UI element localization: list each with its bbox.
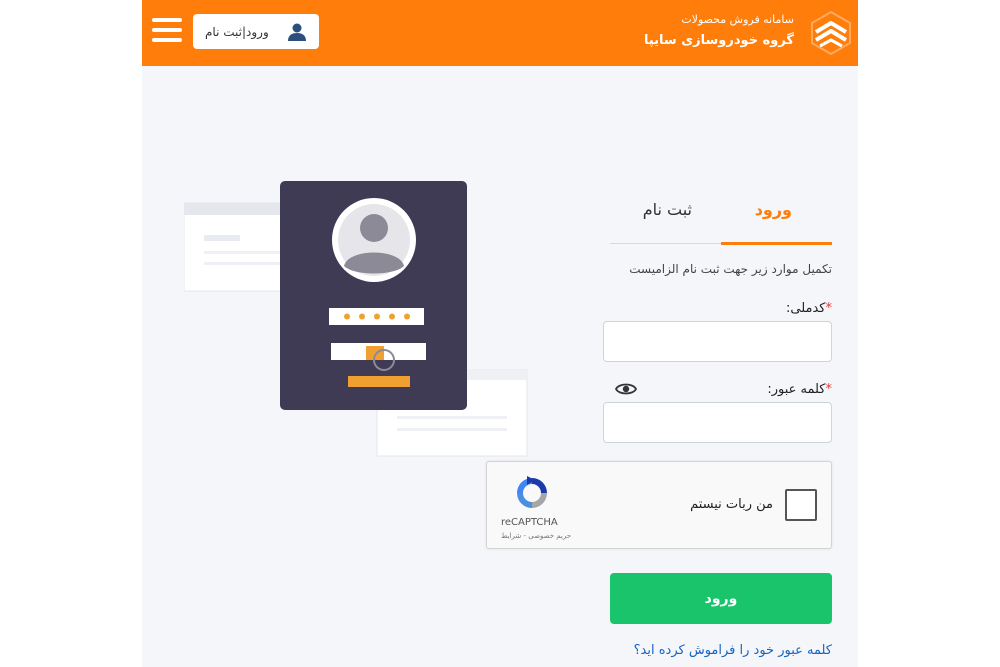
active-tab-indicator: [721, 242, 832, 245]
menu-icon[interactable]: [152, 18, 182, 46]
recaptcha-terms-link[interactable]: حریم خصوصی - شرایط: [501, 532, 571, 540]
page: سامانه فروش محصولات گروه خودروسازی سایپا…: [142, 0, 858, 667]
login-illustration: [184, 181, 528, 457]
forgot-password-link[interactable]: کلمه عبور خود را فراموش کرده اید؟: [634, 643, 832, 658]
recaptcha-label: من ربات نیستم: [690, 497, 773, 512]
eye-icon[interactable]: [615, 380, 637, 398]
recaptcha-logo-icon: [517, 476, 547, 508]
required-mark: *: [825, 301, 833, 316]
recaptcha-brand: reCAPTCHA: [501, 517, 558, 528]
password-label: *کلمه عبور:: [767, 382, 832, 397]
brand-title[interactable]: گروه خودروسازی سایپا: [644, 33, 794, 48]
auth-tabs: ورود ثبت نام: [610, 190, 832, 245]
tab-register[interactable]: ثبت نام: [643, 200, 692, 219]
site-header: سامانه فروش محصولات گروه خودروسازی سایپا…: [142, 0, 858, 66]
national-code-label: *کدملی:: [786, 301, 832, 316]
tab-login[interactable]: ورود: [755, 200, 792, 219]
form-hint: تکمیل موارد زیر جهت ثبت نام الزامیست: [629, 262, 832, 276]
recaptcha-widget: من ربات نیستم reCAPTCHA حریم خصوصی - شرا…: [486, 461, 832, 549]
login-register-button[interactable]: ورود|ثبت نام: [193, 14, 319, 49]
login-submit-button[interactable]: ورود: [610, 573, 832, 624]
password-input[interactable]: [603, 402, 832, 443]
brand-subtitle: سامانه فروش محصولات: [681, 13, 794, 26]
national-code-input[interactable]: [603, 321, 832, 362]
recaptcha-checkbox[interactable]: [785, 489, 817, 521]
saipa-logo-icon[interactable]: [808, 10, 854, 56]
required-mark: *: [825, 382, 833, 397]
login-register-label: ورود|ثبت نام: [205, 24, 269, 39]
user-icon: [288, 23, 306, 41]
